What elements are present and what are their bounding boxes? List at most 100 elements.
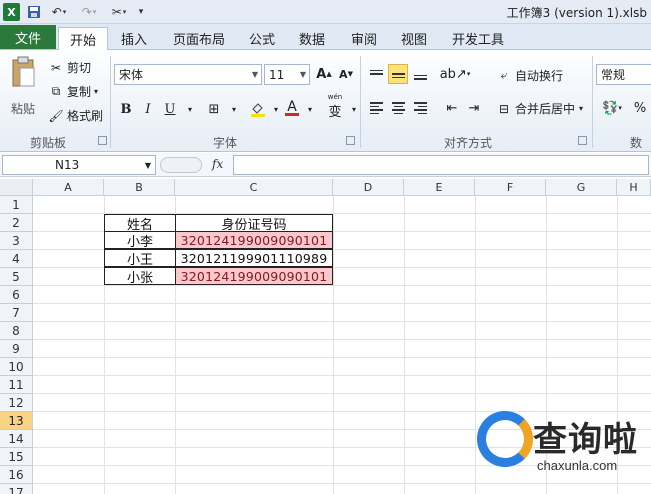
percent-button[interactable]: %: [630, 98, 650, 118]
formula-input[interactable]: [233, 155, 649, 175]
align-top-button[interactable]: [366, 64, 386, 84]
font-size-select[interactable]: 11 ▼: [264, 64, 310, 85]
fx-icon[interactable]: fx: [212, 157, 223, 171]
table-header-id[interactable]: 身份证号码: [175, 214, 333, 233]
tools-icon[interactable]: ✂ ▾: [108, 3, 130, 21]
border-dropdown[interactable]: ▾: [224, 99, 244, 119]
column-header-d[interactable]: D: [333, 179, 404, 196]
align-center-button[interactable]: [388, 98, 408, 118]
column-header-c[interactable]: C: [175, 179, 333, 196]
row-header-11[interactable]: 11: [0, 376, 33, 394]
font-color-dropdown[interactable]: ▾: [300, 99, 320, 119]
wrap-text-button[interactable]: ⤶ 自动换行: [496, 67, 563, 84]
clipboard-group-label: 剪贴板: [29, 136, 66, 150]
tab-file[interactable]: 文件: [0, 25, 56, 49]
increase-indent-button[interactable]: ⇥: [464, 98, 484, 118]
tab-developer[interactable]: 开发工具: [446, 27, 510, 50]
underline-dropdown[interactable]: ▾: [180, 99, 200, 119]
tab-insert[interactable]: 插入: [112, 27, 156, 50]
row-header-7[interactable]: 7: [0, 304, 33, 322]
table-cell-id[interactable]: 320121199901110989: [175, 249, 333, 267]
tab-page-layout[interactable]: 页面布局: [166, 27, 232, 50]
row-header-15[interactable]: 15: [0, 448, 33, 466]
row-header-9[interactable]: 9: [0, 340, 33, 358]
number-group-label: 数: [630, 136, 643, 150]
clipboard-launcher-icon[interactable]: [98, 136, 107, 145]
table-cell-name[interactable]: 小王: [104, 249, 176, 268]
format-painter-label: 格式刷: [67, 109, 104, 123]
bold-button[interactable]: B: [116, 99, 136, 119]
font-name-value: 宋体: [119, 68, 144, 82]
select-all-corner[interactable]: [0, 179, 33, 196]
column-header-e[interactable]: E: [404, 179, 475, 196]
tab-data[interactable]: 数据: [290, 27, 334, 50]
name-box[interactable]: N13 ▼: [2, 155, 156, 175]
formula-bar-resize-handle[interactable]: [160, 157, 202, 173]
column-header-a[interactable]: A: [33, 179, 104, 196]
watermark-logo: 查询啦 chaxunla.com: [473, 406, 649, 486]
font-launcher-icon[interactable]: [346, 136, 355, 145]
column-header-b[interactable]: B: [104, 179, 175, 196]
border-icon[interactable]: ⊞: [204, 99, 224, 119]
grow-font-button[interactable]: A ▲: [314, 64, 334, 84]
cut-button[interactable]: ✂ 剪切: [48, 59, 91, 76]
row-header-3[interactable]: 3: [0, 232, 33, 250]
row-header-8[interactable]: 8: [0, 322, 33, 340]
paste-button[interactable]: 粘贴: [6, 56, 40, 126]
row-header-10[interactable]: 10: [0, 358, 33, 376]
grid-line: [333, 196, 334, 494]
font-color-icon[interactable]: A: [282, 97, 302, 117]
underline-button[interactable]: U: [160, 99, 180, 119]
row-header-1[interactable]: 1: [0, 196, 33, 214]
align-bottom-button[interactable]: [410, 64, 430, 84]
decrease-indent-button[interactable]: ⇤: [442, 98, 462, 118]
copy-label: 复制: [67, 85, 92, 99]
orientation-button[interactable]: ab↗ ▾: [440, 64, 471, 84]
fill-color-icon[interactable]: [248, 99, 268, 119]
align-middle-button[interactable]: [388, 64, 408, 84]
row-header-5[interactable]: 5: [0, 268, 33, 286]
redo-icon[interactable]: ↷ ▾: [78, 3, 100, 21]
title-bar: X ↶ ▾ ↷ ▾ ✂ ▾ ▾ 工作簿3 (version 1).xlsb: [0, 0, 651, 24]
row-header-13[interactable]: 13: [0, 412, 33, 430]
table-cell-id-duplicate[interactable]: 320124199009090101: [175, 267, 333, 285]
save-icon[interactable]: [26, 3, 42, 21]
merge-center-label: 合并后居中: [515, 102, 576, 116]
row-header-2[interactable]: 2: [0, 214, 33, 232]
format-painter-button[interactable]: 🖌 格式刷: [48, 107, 103, 124]
table-cell-name[interactable]: 小李: [104, 231, 176, 250]
number-format-select[interactable]: 常规: [596, 64, 651, 85]
undo-icon[interactable]: ↶ ▾: [48, 3, 70, 21]
phonetic-dropdown[interactable]: ▾: [344, 99, 364, 119]
row-header-16[interactable]: 16: [0, 466, 33, 484]
row-header-4[interactable]: 4: [0, 250, 33, 268]
copy-button[interactable]: ⧉ 复制 ▾: [48, 83, 98, 100]
paste-label: 粘贴: [10, 102, 35, 116]
merge-center-button[interactable]: ⊟ 合并后居中 ▾: [496, 100, 583, 117]
excel-logo-icon: X: [3, 3, 20, 21]
align-left-button[interactable]: [366, 98, 386, 118]
tab-review[interactable]: 审阅: [342, 27, 386, 50]
tab-view[interactable]: 视图: [392, 27, 436, 50]
shrink-font-button[interactable]: A ▼: [336, 64, 356, 84]
row-header-14[interactable]: 14: [0, 430, 33, 448]
table-header-name[interactable]: 姓名: [104, 214, 176, 233]
wrap-text-label: 自动换行: [515, 69, 564, 83]
column-header-h[interactable]: H: [617, 179, 651, 196]
row-header-6[interactable]: 6: [0, 286, 33, 304]
wrap-icon: ⤶: [500, 68, 508, 82]
column-header-g[interactable]: G: [546, 179, 617, 196]
font-name-select[interactable]: 宋体 ▼: [114, 64, 262, 85]
column-header-f[interactable]: F: [475, 179, 546, 196]
tab-home[interactable]: 开始: [58, 27, 108, 51]
customize-quick-access-icon[interactable]: ▾: [136, 3, 146, 21]
row-header-17[interactable]: 17: [0, 484, 33, 494]
italic-button[interactable]: I: [138, 99, 158, 119]
alignment-launcher-icon[interactable]: [578, 136, 587, 145]
row-header-12[interactable]: 12: [0, 394, 33, 412]
align-right-button[interactable]: [410, 98, 430, 118]
table-cell-name[interactable]: 小张: [104, 267, 176, 286]
tab-formulas[interactable]: 公式: [240, 27, 284, 50]
table-cell-id-duplicate[interactable]: 320124199009090101: [175, 231, 333, 249]
accounting-format-button[interactable]: 💱 ▾: [598, 98, 626, 118]
